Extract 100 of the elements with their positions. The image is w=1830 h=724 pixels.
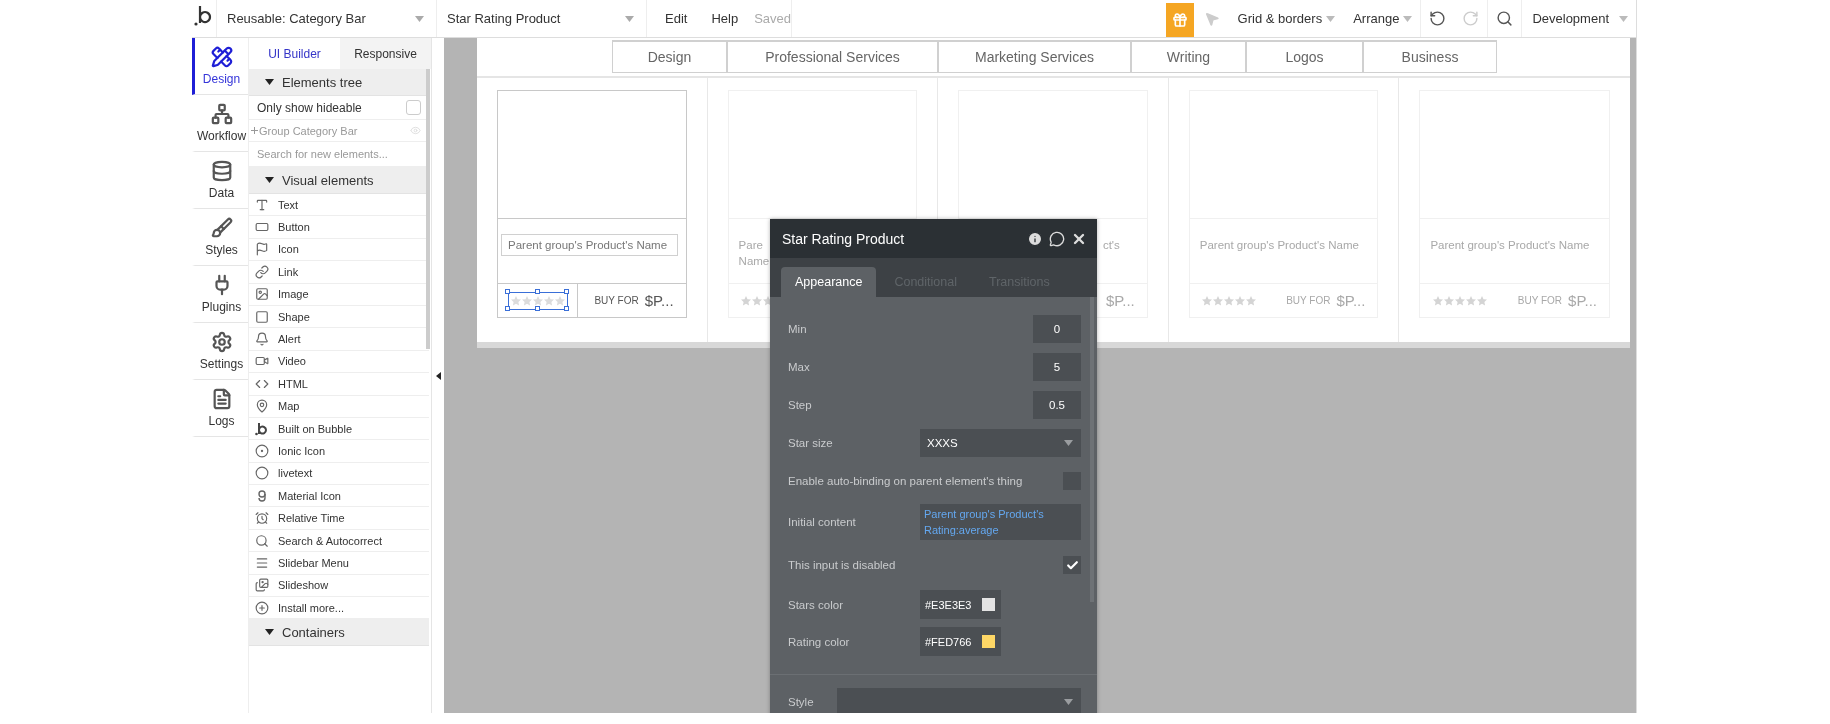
section-header[interactable]: Containers (249, 619, 429, 647)
bubble-logo-icon (255, 421, 269, 436)
editor-title: Star Rating Product (782, 230, 905, 247)
caret-icon (1064, 440, 1073, 446)
menu-item[interactable]: Edit (653, 11, 700, 26)
editor-tab[interactable]: Appearance (781, 267, 877, 297)
star-icon (741, 295, 752, 306)
settings-icon (210, 331, 233, 353)
radio-circle-icon (255, 444, 269, 458)
sitemap-icon (210, 103, 233, 125)
checkbox[interactable] (1063, 556, 1081, 574)
star-icon (554, 295, 565, 306)
version-select[interactable]: Development (1522, 0, 1636, 37)
product-name: Pare (738, 238, 763, 253)
caret-icon (1064, 699, 1073, 705)
product-card[interactable]: Parent group's Product's Name BUY FOR $P... (497, 90, 687, 318)
collapse-arrow-icon[interactable] (435, 371, 441, 380)
pointer-icon (1203, 10, 1220, 27)
field-label: Stars color (788, 598, 843, 611)
color-swatch[interactable] (982, 635, 995, 648)
caret-icon (265, 629, 274, 636)
category-tab[interactable]: Writing (1131, 40, 1246, 73)
price: $P... (1336, 292, 1366, 309)
letter-g-icon (255, 488, 269, 503)
star-icon (752, 295, 763, 306)
sidebar-tab[interactable]: Design (192, 38, 248, 95)
price: $P... (1568, 292, 1597, 309)
eye-icon (410, 125, 421, 136)
field-label: Min (788, 323, 807, 335)
checkbox-label: Only show hideable (257, 100, 362, 115)
image-icon (255, 287, 269, 302)
section-header[interactable]: Visual elements (249, 167, 429, 194)
gift-icon (1171, 11, 1188, 29)
star-icon (510, 295, 521, 306)
field-label: Star size (788, 437, 833, 449)
field-label: Rating color (788, 635, 850, 648)
redo-icon (1462, 10, 1480, 27)
caret-icon (1619, 15, 1628, 22)
star-icon (1213, 295, 1224, 306)
star-icon (1432, 295, 1443, 306)
product-name: Parent group's Product's Name (1199, 238, 1359, 253)
checkbox[interactable] (406, 100, 421, 115)
product-name: Parent group's Product's Name (1430, 238, 1590, 253)
product-name: Parent group's Product's Name (508, 238, 668, 253)
map-pin-icon (255, 399, 269, 414)
panel-tab[interactable]: Responsive (340, 38, 431, 69)
number-field[interactable]: 0.5 (1033, 391, 1081, 419)
product-name: Name (738, 254, 770, 269)
category-tab[interactable]: Business (1363, 40, 1497, 73)
database-icon (210, 160, 233, 182)
buy-label: BUY FOR (1286, 295, 1331, 306)
check-icon (1065, 558, 1079, 572)
field-label: Initial content (788, 516, 856, 528)
brush-icon (210, 217, 233, 239)
caret-icon (625, 15, 634, 22)
field-label: Step (788, 399, 812, 411)
star-icon (1246, 295, 1257, 306)
field-label: Style (788, 696, 814, 708)
field-label: Max (788, 361, 810, 373)
product-name: ct's (1102, 238, 1120, 253)
grid-borders-menu[interactable]: Grid & borders (1229, 0, 1344, 37)
link-icon (255, 264, 269, 279)
gift-button[interactable] (1165, 3, 1194, 37)
search-icon (255, 533, 269, 548)
info-icon[interactable] (1027, 230, 1043, 247)
star-icon (1476, 295, 1487, 306)
images-icon (255, 578, 269, 593)
buy-label: BUY FOR (1517, 295, 1563, 306)
star-icon (532, 295, 543, 306)
star-icon (521, 295, 532, 306)
star-icon (543, 295, 554, 306)
section-header[interactable]: Elements tree (249, 69, 429, 96)
color-field[interactable]: #FED766 (920, 627, 1001, 656)
dropdown-field[interactable]: XXXS (920, 429, 1081, 457)
category-tab[interactable]: Design (612, 40, 727, 73)
star-icon (1224, 295, 1235, 306)
selection-frame[interactable] (504, 288, 571, 313)
number-field[interactable]: 5 (1033, 353, 1081, 381)
color-field[interactable]: #E3E3E3 (920, 590, 1001, 619)
speech-bubble-icon[interactable] (1049, 230, 1065, 247)
star-icon (1235, 295, 1246, 306)
price: $P... (644, 292, 674, 309)
plus-circle-icon (255, 600, 269, 615)
alarm-clock-icon (255, 511, 269, 526)
menu-icon (255, 555, 269, 570)
caret-icon (265, 79, 274, 85)
number-field[interactable]: 0 (1033, 315, 1081, 343)
caret-icon (1326, 15, 1336, 22)
category-tab[interactable]: Professional Services (727, 40, 938, 73)
field-label: This input is disabled (788, 559, 896, 571)
bell-icon (255, 332, 269, 347)
pencil-ruler-icon (210, 46, 233, 68)
category-tab[interactable]: Logos (1246, 40, 1363, 73)
menu-item[interactable]: Help (699, 11, 751, 26)
color-swatch[interactable] (982, 598, 995, 611)
caret-icon (1403, 15, 1413, 22)
arrange-menu[interactable]: Arrange (1345, 0, 1421, 37)
buy-label: BUY FOR (594, 295, 639, 306)
category-tab[interactable]: Marketing Services (938, 40, 1131, 73)
plus-icon (251, 127, 258, 134)
